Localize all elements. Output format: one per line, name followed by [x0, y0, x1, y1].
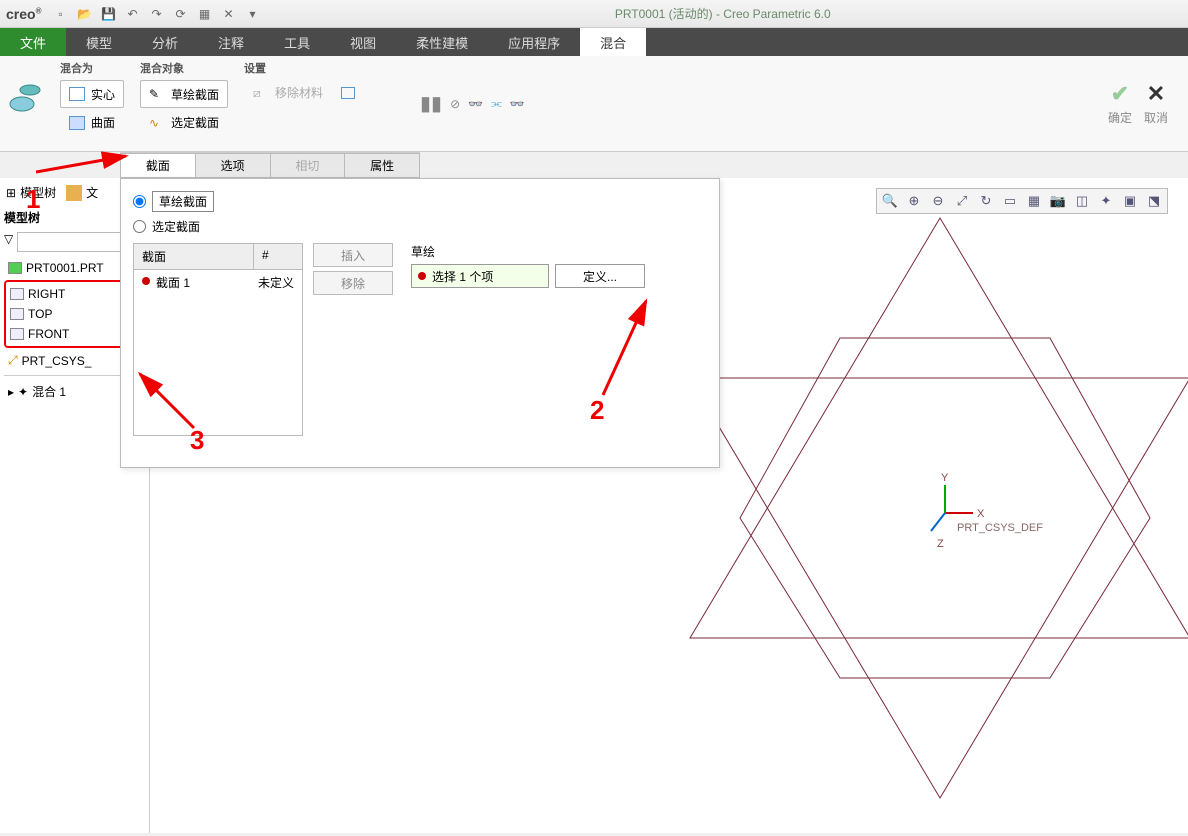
radio-sketch-section[interactable]: 草绘截面	[133, 191, 707, 212]
group-label: 混合为	[60, 60, 124, 76]
col-section: 截面	[134, 244, 254, 269]
table-row[interactable]: 截面 1 未定义	[134, 270, 302, 295]
surface-button[interactable]: 曲面	[60, 110, 124, 135]
folder-icon[interactable]	[66, 185, 82, 201]
subtab-tangent[interactable]: 相切	[271, 153, 346, 178]
solid-button[interactable]: 实心	[60, 80, 124, 108]
tab-model[interactable]: 模型	[66, 28, 132, 56]
new-icon[interactable]: ▫	[49, 4, 71, 24]
svg-text:X: X	[977, 508, 985, 520]
blend-feature-icon	[8, 80, 44, 116]
group-settings: 设置 ⧄移除材料	[244, 60, 364, 147]
save-icon[interactable]: 💾	[97, 4, 119, 24]
saved-view-icon[interactable]: ▦	[1023, 191, 1045, 211]
subtab-props[interactable]: 属性	[345, 153, 420, 178]
display-icon[interactable]: ▣	[1119, 191, 1141, 211]
x-icon: ✕	[1147, 81, 1165, 107]
selection-box[interactable]: 选择 1 个项	[411, 264, 549, 288]
ribbon-tabs: 文件 模型 分析 注释 工具 视图 柔性建模 应用程序 混合	[0, 28, 1188, 56]
select-section-button[interactable]: ∿选定截面	[140, 110, 228, 135]
ribbon: 混合为 实心 曲面 混合对象 ✎草绘截面 ∿选定截面 设置 ⧄移除材料 ▮▮ ⊘…	[0, 56, 1188, 152]
group-label: 混合对象	[140, 60, 228, 76]
pause-icon[interactable]: ▮▮	[420, 91, 442, 116]
zoom-out-icon[interactable]: ⊖	[927, 191, 949, 211]
wave-icon: ∿	[149, 116, 165, 130]
main-area: ⊞ 模型树 文 模型树 ▽ PRT0001.PRT RIGHT TOP FRON…	[0, 178, 1188, 833]
perspective-icon[interactable]: ⬔	[1143, 191, 1165, 211]
tree-icon[interactable]: ⊞	[6, 186, 16, 200]
window-title: PRT0001 (活动的) - Creo Parametric 6.0	[263, 5, 1182, 22]
remove-mat-icon: ⧄	[253, 86, 269, 100]
status-dot-icon	[142, 277, 150, 285]
no-icon[interactable]: ⊘	[450, 97, 460, 111]
link-icon[interactable]: ⫘	[491, 96, 502, 111]
tab-flex[interactable]: 柔性建模	[396, 28, 488, 56]
redo-icon[interactable]: ↷	[145, 4, 167, 24]
regen-icon[interactable]: ⟳	[169, 4, 191, 24]
style-icon[interactable]: ✦	[1095, 191, 1117, 211]
expand-icon[interactable]: ▸	[8, 385, 14, 399]
tab-view[interactable]: 视图	[330, 28, 396, 56]
close-icon[interactable]: ✕	[217, 4, 239, 24]
dashboard-subtabs: 截面 选项 相切 属性	[120, 152, 420, 178]
subtab-options[interactable]: 选项	[196, 153, 271, 178]
spin-icon[interactable]: ↻	[975, 191, 997, 211]
quick-access-toolbar: ▫ 📂 💾 ↶ ↷ ⟳ ▦ ✕ ▾	[49, 4, 263, 24]
svg-text:Z: Z	[937, 538, 944, 550]
group-blend-as: 混合为 实心 曲面	[60, 60, 124, 147]
tab-tools[interactable]: 工具	[264, 28, 330, 56]
camera-icon[interactable]: 📷	[1047, 191, 1069, 211]
csys-icon: ⤢	[8, 353, 18, 368]
plane-icon	[10, 308, 24, 320]
view-icon[interactable]: ▭	[999, 191, 1021, 211]
zoom-fit-icon[interactable]: 🔍	[879, 191, 901, 211]
tab-analysis[interactable]: 分析	[132, 28, 198, 56]
viewport-toolbar: 🔍 ⊕ ⊖ ⤢ ↻ ▭ ▦ 📷 ◫ ✦ ▣ ⬔	[876, 188, 1168, 214]
svg-text:Y: Y	[941, 472, 949, 484]
open-icon[interactable]: 📂	[73, 4, 95, 24]
title-bar: creo® ▫ 📂 💾 ↶ ↷ ⟳ ▦ ✕ ▾ PRT0001 (活动的) - …	[0, 0, 1188, 28]
app-logo: creo®	[6, 6, 41, 22]
blend-icon: ✦	[18, 385, 28, 399]
check-icon: ✔	[1111, 81, 1129, 107]
tab-annotate[interactable]: 注释	[198, 28, 264, 56]
sketch-section-button[interactable]: ✎草绘截面	[140, 80, 228, 108]
section-table: 截面 # 截面 1 未定义	[133, 243, 303, 436]
radio-sketch[interactable]	[133, 195, 146, 208]
cancel-button[interactable]: ✕取消	[1144, 81, 1168, 126]
panel-tab-label[interactable]: 模型树	[20, 184, 56, 201]
part-icon	[8, 262, 22, 274]
pencil-icon: ✎	[149, 87, 165, 101]
plane-icon	[10, 328, 24, 340]
tab-blend[interactable]: 混合	[580, 28, 646, 56]
subtab-section[interactable]: 截面	[120, 153, 196, 178]
undo-icon[interactable]: ↶	[121, 4, 143, 24]
plane-icon	[10, 288, 24, 300]
define-button[interactable]: 定义...	[555, 264, 645, 288]
col-num: #	[254, 244, 302, 269]
radio-select-section[interactable]: 选定截面	[133, 218, 707, 235]
glasses2-icon[interactable]: 👓	[510, 97, 525, 111]
sketch-label: 草绘	[411, 243, 645, 260]
tab-apps[interactable]: 应用程序	[488, 28, 580, 56]
windows-icon[interactable]: ▦	[193, 4, 215, 24]
dropdown-icon[interactable]: ▾	[241, 4, 263, 24]
ok-button[interactable]: ✔确定	[1108, 81, 1132, 126]
group-label: 设置	[244, 60, 364, 76]
layers-icon[interactable]: ◫	[1071, 191, 1093, 211]
insert-button[interactable]: 插入	[313, 243, 393, 267]
section-panel: 草绘截面 选定截面 截面 # 截面 1 未定义 插入 移除	[120, 178, 720, 468]
refit-icon[interactable]: ⤢	[951, 191, 973, 211]
tab-file[interactable]: 文件	[0, 28, 66, 56]
zoom-in-icon[interactable]: ⊕	[903, 191, 925, 211]
radio-select[interactable]	[133, 220, 146, 233]
glasses-icon[interactable]: 👓	[468, 97, 483, 111]
filter-icon[interactable]: ▽	[4, 232, 13, 252]
remove-button[interactable]: 移除	[313, 271, 393, 295]
status-dot-icon	[418, 272, 426, 280]
svg-text:PRT_CSYS_DEF: PRT_CSYS_DEF	[957, 522, 1043, 534]
group-blend-object: 混合对象 ✎草绘截面 ∿选定截面	[140, 60, 228, 147]
panel-tab-2[interactable]: 文	[86, 184, 98, 201]
remove-material-button[interactable]: ⧄移除材料	[244, 80, 364, 105]
